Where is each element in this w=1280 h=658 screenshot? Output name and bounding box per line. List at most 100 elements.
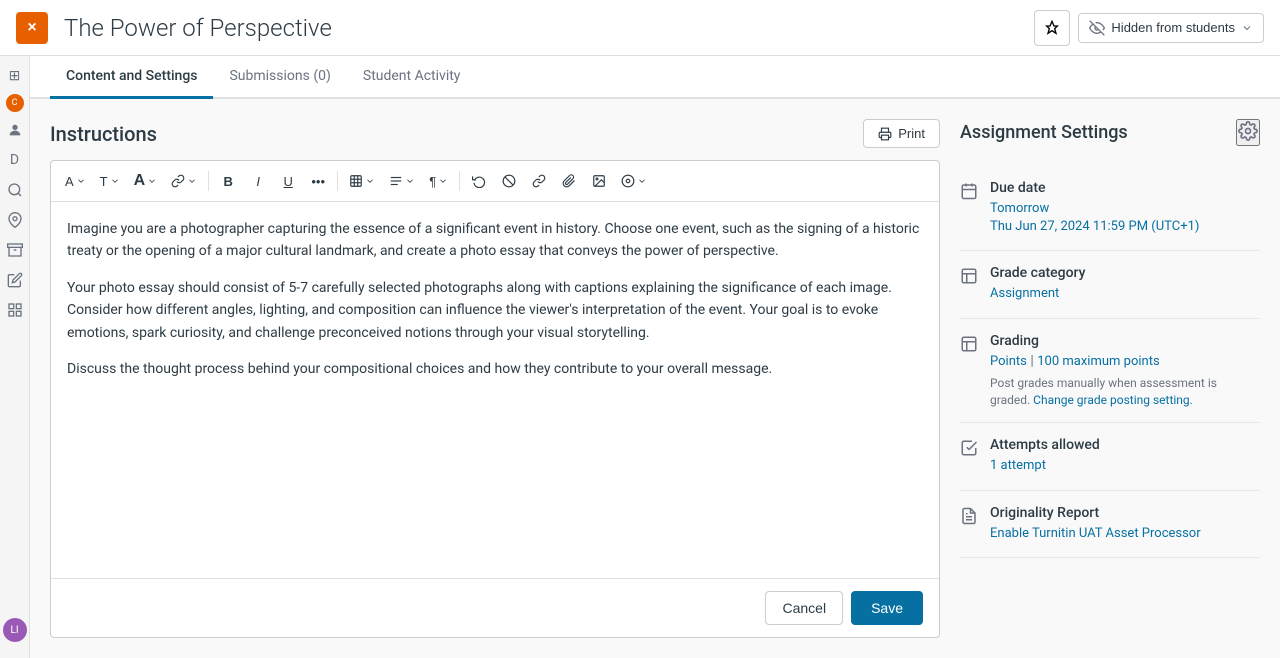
- toolbar-image[interactable]: [585, 167, 613, 195]
- editor-container: A T A: [50, 160, 940, 638]
- attempts-value[interactable]: 1 attempt: [990, 457, 1260, 475]
- instructions-header: Instructions Print: [50, 119, 940, 148]
- setting-due-date: Due date Tomorrow Thu Jun 27, 2024 11:59…: [960, 166, 1260, 251]
- toolbar-align[interactable]: [383, 170, 421, 192]
- tabs-bar: Content and Settings Submissions (0) Stu…: [30, 56, 1280, 99]
- assignment-settings-panel: Assignment Settings Due d: [960, 119, 1260, 638]
- print-icon: [878, 127, 892, 141]
- chevron-down-icon: [365, 176, 375, 186]
- tab-submissions[interactable]: Submissions (0): [213, 56, 346, 99]
- editor-content[interactable]: Imagine you are a photographer capturing…: [51, 202, 939, 578]
- grading-max-points[interactable]: 100 maximum points: [1037, 354, 1159, 369]
- sidebar-edit-icon[interactable]: [3, 268, 27, 292]
- tab-student-activity[interactable]: Student Activity: [347, 56, 477, 99]
- pin-button[interactable]: [1034, 10, 1070, 46]
- attempts-content: Attempts allowed 1 attempt: [990, 437, 1260, 475]
- due-date-icon: [960, 182, 978, 236]
- grading-note: Post grades manually when assessment is …: [990, 375, 1260, 409]
- embed-icon: [562, 174, 576, 188]
- sidebar-home-icon[interactable]: ⊞: [3, 64, 27, 88]
- editor-toolbar: A T A: [51, 161, 939, 202]
- sidebar-grid-icon[interactable]: [3, 298, 27, 322]
- due-date-label: Due date: [990, 180, 1260, 196]
- instructions-panel: Instructions Print: [50, 119, 940, 638]
- chevron-down-icon: [438, 176, 448, 186]
- chevron-down-icon: [1241, 22, 1253, 34]
- page-body: Instructions Print: [30, 99, 1280, 658]
- due-date-value2[interactable]: Thu Jun 27, 2024 11:59 PM (UTC+1): [990, 218, 1260, 236]
- originality-content: Originality Report Enable Turnitin UAT A…: [990, 505, 1260, 543]
- eye-off-icon: [1089, 20, 1105, 36]
- clear-format-icon: [502, 174, 516, 188]
- sidebar-bottom-icon[interactable]: LI: [3, 618, 27, 642]
- settings-gear-button[interactable]: [1236, 119, 1260, 146]
- toolbar-paragraph[interactable]: ¶: [423, 170, 454, 193]
- due-date-content: Due date Tomorrow Thu Jun 27, 2024 11:59…: [990, 180, 1260, 236]
- toolbar-table[interactable]: [343, 170, 381, 192]
- due-date-value1[interactable]: Tomorrow: [990, 200, 1260, 218]
- grading-separator: |: [1030, 353, 1033, 369]
- instructions-title: Instructions: [50, 122, 157, 146]
- toolbar-undo[interactable]: [465, 167, 493, 195]
- instruction-paragraph-1: Imagine you are a photographer capturing…: [67, 218, 923, 263]
- toolbar-media[interactable]: [615, 170, 653, 192]
- close-button[interactable]: ×: [16, 12, 48, 44]
- grading-icon: [960, 335, 978, 409]
- originality-icon: [960, 507, 978, 543]
- setting-grading: Grading Points | 100 maximum points Post…: [960, 319, 1260, 424]
- close-icon: ×: [27, 19, 36, 37]
- page-title: The Power of Perspective: [64, 14, 1022, 42]
- undo-icon: [472, 174, 486, 188]
- toolbar-text-type[interactable]: T: [94, 170, 126, 193]
- chevron-down-icon: [110, 176, 120, 186]
- visibility-button[interactable]: Hidden from students: [1078, 13, 1264, 43]
- print-button[interactable]: Print: [863, 119, 940, 148]
- chevron-down-icon: [637, 176, 647, 186]
- save-button[interactable]: Save: [851, 591, 923, 625]
- print-label: Print: [898, 126, 925, 141]
- originality-label: Originality Report: [990, 505, 1260, 521]
- sidebar-archive-icon[interactable]: [3, 238, 27, 262]
- toolbar-font-size[interactable]: A: [128, 168, 164, 194]
- toolbar-underline[interactable]: U: [274, 167, 302, 195]
- top-bar: × The Power of Perspective Hidden from s…: [0, 0, 1280, 56]
- top-bar-actions: Hidden from students: [1034, 10, 1264, 46]
- grade-category-content: Grade category Assignment: [990, 265, 1260, 303]
- toolbar-link-dropdown[interactable]: [165, 170, 203, 192]
- grading-points-row: Points | 100 maximum points: [990, 353, 1260, 371]
- align-icon: [389, 174, 403, 188]
- sidebar-d-icon[interactable]: D: [3, 148, 27, 172]
- grade-category-label: Grade category: [990, 265, 1260, 281]
- media-icon: [621, 174, 635, 188]
- left-sidebar: ⊞ C D LI: [0, 56, 30, 658]
- toolbar-clear-format[interactable]: [495, 167, 523, 195]
- chevron-down-icon: [147, 176, 157, 186]
- toolbar-font-style[interactable]: A: [59, 170, 92, 193]
- cancel-button[interactable]: Cancel: [765, 591, 843, 625]
- toolbar-embed-link[interactable]: [555, 167, 583, 195]
- grading-label: Grading: [990, 333, 1260, 349]
- sidebar-user-icon[interactable]: [3, 118, 27, 142]
- grade-category-value[interactable]: Assignment: [990, 285, 1260, 303]
- instruction-paragraph-2: Your photo essay should consist of 5-7 c…: [67, 277, 923, 344]
- toolbar-divider-3: [459, 171, 460, 191]
- toolbar-more[interactable]: •••: [304, 167, 332, 195]
- toolbar-bold[interactable]: B: [214, 167, 242, 195]
- visibility-label: Hidden from students: [1111, 20, 1235, 35]
- grading-change-link[interactable]: Change grade posting setting.: [1033, 393, 1193, 407]
- sidebar-search-icon[interactable]: [3, 178, 27, 202]
- sidebar-location-icon[interactable]: [3, 208, 27, 232]
- grade-category-icon: [960, 267, 978, 303]
- chevron-down-icon: [187, 176, 197, 186]
- setting-attempts: Attempts allowed 1 attempt: [960, 423, 1260, 490]
- grading-points[interactable]: Points: [990, 354, 1027, 369]
- table-icon: [349, 174, 363, 188]
- originality-value[interactable]: Enable Turnitin UAT Asset Processor: [990, 525, 1260, 543]
- tab-content-settings[interactable]: Content and Settings: [50, 56, 213, 99]
- toolbar-divider-1: [208, 171, 209, 191]
- pin-icon: [1044, 20, 1060, 36]
- toolbar-italic[interactable]: I: [244, 167, 272, 195]
- image-icon: [592, 174, 606, 188]
- toolbar-hyperlink[interactable]: [525, 167, 553, 195]
- setting-originality: Originality Report Enable Turnitin UAT A…: [960, 491, 1260, 558]
